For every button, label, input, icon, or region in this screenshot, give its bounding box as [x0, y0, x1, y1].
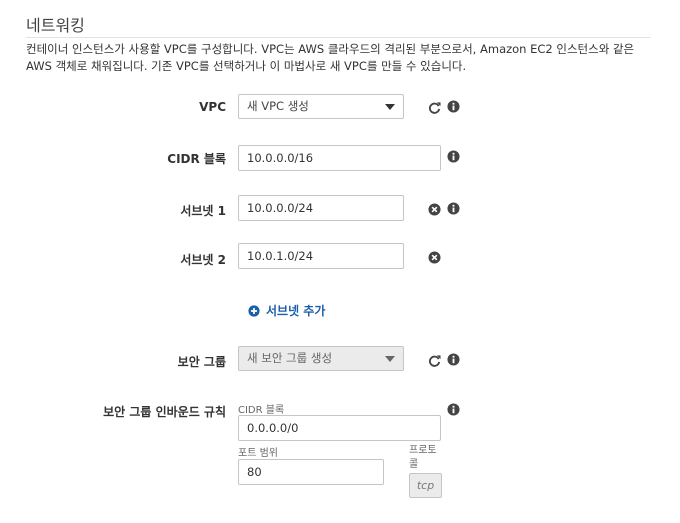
vpc-select-value: 새 VPC 생성	[247, 99, 309, 113]
port-range-input[interactable]	[238, 459, 384, 485]
info-icon[interactable]	[447, 100, 460, 113]
add-subnet-label: 서브넷 추가	[266, 304, 326, 318]
protocol-field: tcp	[409, 473, 442, 498]
cidr-input[interactable]	[238, 145, 441, 171]
cidr-label: CIDR 블록	[167, 152, 226, 166]
inbound-cidr-label: CIDR 블록	[238, 405, 285, 416]
section-divider	[26, 37, 651, 38]
vpc-label: VPC	[199, 100, 226, 114]
section-description: 컨테이너 인스턴스가 사용할 VPC를 구성합니다. VPC는 AWS 클라우드…	[26, 42, 635, 73]
security-group-select-value: 새 보안 그룹 생성	[247, 351, 333, 365]
security-group-label: 보안 그룹	[177, 355, 226, 369]
remove-icon[interactable]	[428, 251, 441, 264]
security-group-select[interactable]: 새 보안 그룹 생성	[238, 346, 404, 371]
add-icon	[248, 304, 260, 317]
port-range-label: 포트 범위	[238, 448, 278, 459]
info-icon[interactable]	[447, 353, 460, 366]
chevron-down-icon	[385, 104, 395, 110]
subnet1-label: 서브넷 1	[180, 204, 226, 218]
remove-icon[interactable]	[428, 203, 441, 216]
inbound-cidr-input[interactable]	[238, 415, 441, 441]
refresh-icon[interactable]	[428, 354, 441, 367]
info-icon[interactable]	[447, 150, 460, 163]
info-icon[interactable]	[447, 202, 460, 215]
info-icon[interactable]	[447, 403, 460, 416]
add-subnet-link[interactable]: 서브넷 추가	[248, 302, 325, 319]
protocol-label: 프로토콜	[409, 445, 437, 470]
subnet2-label: 서브넷 2	[180, 253, 226, 267]
chevron-down-icon	[385, 356, 395, 362]
section-title: 네트워킹	[26, 16, 85, 35]
inbound-rules-label: 보안 그룹 인바운드 규칙	[103, 405, 226, 419]
subnet2-input[interactable]	[238, 243, 404, 269]
refresh-icon[interactable]	[428, 101, 441, 114]
subnet1-input[interactable]	[238, 195, 404, 221]
vpc-select[interactable]: 새 VPC 생성	[238, 94, 404, 119]
